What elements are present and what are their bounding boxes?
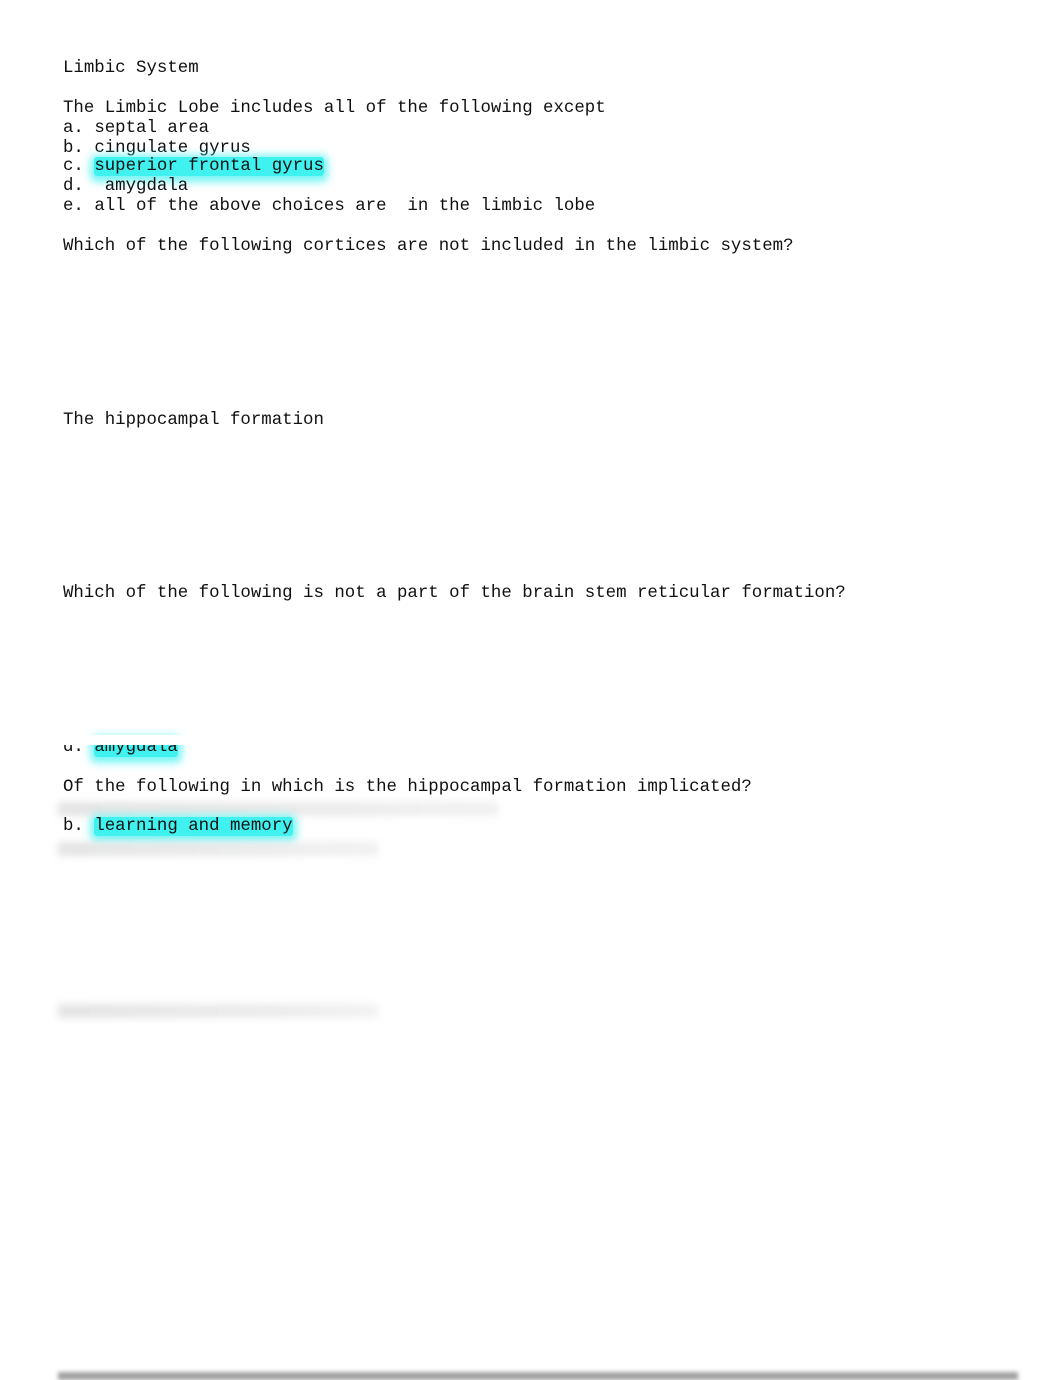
- question-4: Which of the following is not a part of …: [63, 584, 846, 603]
- question-5: Of the following in which is the hippoca…: [63, 778, 752, 797]
- option-d: d. amygdala: [63, 177, 189, 196]
- option-b: b. cingulate gyrus: [63, 139, 251, 158]
- highlighted-answer: superior frontal gyrus: [94, 157, 324, 176]
- blur-mask: [0, 735, 240, 745]
- blurred-content: [58, 802, 498, 816]
- question-2: Which of the following cortices are not …: [63, 237, 794, 256]
- question-1: The Limbic Lobe includes all of the foll…: [63, 99, 606, 118]
- blurred-content: [58, 1372, 1018, 1380]
- document-title: Limbic System: [63, 59, 199, 78]
- blurred-content: [58, 842, 378, 856]
- option-a: a. septal area: [63, 119, 210, 138]
- option-e: e. all of the above choices are in the l…: [63, 197, 596, 216]
- option-c: c. superior frontal gyrus: [63, 157, 324, 176]
- blurred-content: [58, 1004, 378, 1018]
- highlighted-answer: learning and memory: [94, 817, 293, 836]
- question-5-answer: b. learning and memory: [63, 817, 293, 836]
- question-3: The hippocampal formation: [63, 411, 324, 430]
